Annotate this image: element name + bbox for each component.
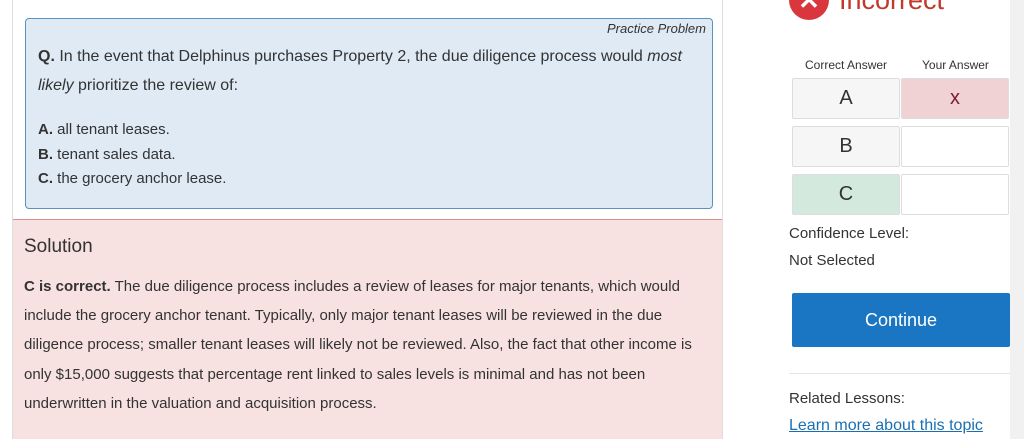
confidence-value: Not Selected — [789, 252, 875, 269]
solution-lead: C is correct. — [24, 278, 111, 295]
continue-button[interactable]: Continue — [792, 293, 1010, 347]
option-text: all tenant leases. — [53, 121, 170, 138]
x-circle-icon: ✕ — [789, 0, 829, 20]
question-prefix: Q. — [38, 48, 55, 65]
correct-answer-header: Correct Answer — [805, 58, 888, 72]
solution-box: Solution C is correct. The due diligence… — [13, 219, 722, 439]
result-status-text: Incorrect — [839, 0, 944, 16]
results-panel: ✕ Incorrect Correct Answer Your Answer A… — [723, 0, 1024, 439]
correct-answer-cell-a: A — [792, 78, 900, 119]
your-answer-cell-b — [901, 126, 1009, 167]
your-answer-cell-a: x — [901, 78, 1009, 119]
confidence-label: Confidence Level: — [789, 225, 910, 242]
option-letter: C. — [38, 170, 53, 187]
result-status: ✕ Incorrect — [789, 0, 944, 20]
question-text: Q. In the event that Delphinus purchases… — [38, 42, 708, 100]
correct-answer-cell-b: B — [792, 126, 900, 167]
option-letter: A. — [38, 121, 53, 138]
solution-body: The due diligence process includes a rev… — [24, 278, 692, 412]
option-c: C. the grocery anchor lease. — [38, 167, 226, 192]
scrollbar-track[interactable] — [1010, 0, 1024, 439]
option-text: the grocery anchor lease. — [53, 170, 227, 187]
related-lessons-label: Related Lessons: — [789, 390, 905, 407]
your-answer-cell-c — [901, 174, 1009, 215]
left-panel: Practice Problem Q. In the event that De… — [12, 0, 723, 439]
option-text: tenant sales data. — [53, 145, 176, 163]
option-a: A. all tenant leases. — [38, 118, 226, 143]
practice-problem-label: Practice Problem — [607, 21, 706, 36]
solution-title: Solution — [24, 236, 93, 257]
question-part-1: In the event that Delphinus purchases Pr… — [54, 48, 648, 65]
answer-options: A. all tenant leases. B. tenant sales da… — [38, 118, 226, 192]
question-part-2: prioritize the review of: — [73, 77, 239, 94]
practice-problem-box: Practice Problem Q. In the event that De… — [25, 18, 713, 209]
related-lessons-link[interactable]: Learn more about this topic — [789, 417, 983, 435]
divider — [789, 373, 1010, 374]
your-answer-header: Your Answer — [922, 58, 989, 72]
correct-answer-cell-c: C — [792, 174, 900, 215]
option-letter: B. — [38, 145, 53, 163]
option-b: B. tenant sales data. — [38, 143, 226, 168]
solution-text: C is correct. The due diligence process … — [24, 272, 714, 418]
